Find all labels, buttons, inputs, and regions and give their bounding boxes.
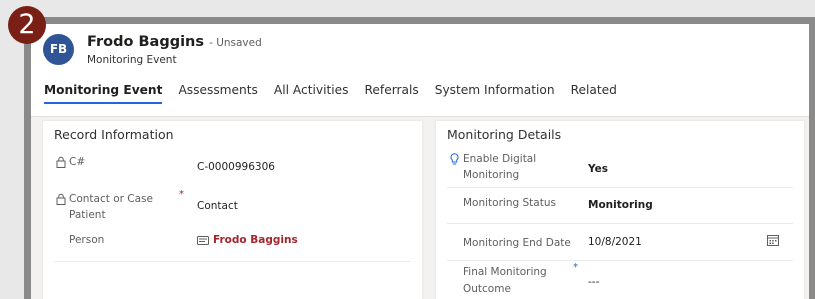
avatar: FB (43, 34, 74, 65)
final-outcome-label-line1: Final Monitoring (463, 266, 547, 278)
contact-or-case-label-line2: Patient (69, 209, 106, 221)
lightbulb-icon (450, 153, 459, 165)
enable-digital-value[interactable]: Yes (588, 163, 608, 175)
enable-digital-label-line1: Enable Digital (463, 153, 537, 165)
step-number-badge: 2 (8, 6, 46, 44)
record-name: Frodo Baggins (87, 34, 204, 50)
field-divider (447, 260, 793, 261)
field-divider (54, 261, 411, 262)
recommended-indicator: * (573, 262, 578, 273)
tab-system-information[interactable]: System Information (435, 82, 555, 106)
person-link[interactable]: Frodo Baggins (213, 234, 298, 246)
person-label: Person (69, 234, 105, 246)
case-number-value: C-0000996306 (197, 161, 275, 173)
lock-icon (56, 193, 66, 205)
tab-referrals[interactable]: Referrals (365, 82, 419, 106)
record-form: FB Frodo Baggins - Unsaved Monitoring Ev… (31, 24, 809, 299)
lock-icon (56, 156, 66, 168)
unsaved-status: - Unsaved (209, 37, 262, 49)
record-header: FB Frodo Baggins - Unsaved Monitoring Ev… (31, 24, 809, 117)
required-indicator: * (179, 189, 184, 200)
field-divider (447, 187, 793, 188)
tab-related[interactable]: Related (571, 82, 617, 106)
page-title: Frodo Baggins - Unsaved (87, 34, 262, 50)
tab-bar: Monitoring Event Assessments All Activit… (44, 82, 633, 106)
tab-monitoring-event[interactable]: Monitoring Event (44, 82, 163, 106)
final-outcome-label-line2: Outcome (463, 283, 511, 295)
enable-digital-label-line2: Monitoring (463, 169, 520, 181)
contact-or-case-label-line1: Contact or Case (69, 193, 153, 205)
contact-card-icon (197, 236, 209, 245)
monitoring-end-date-label: Monitoring End Date (463, 237, 571, 249)
tab-assessments[interactable]: Assessments (178, 82, 257, 106)
contact-or-case-label: Contact or Case (69, 192, 153, 207)
contact-or-case-value[interactable]: Contact (197, 200, 238, 212)
record-information-section: Record Information C# C-0000996306 Conta… (42, 120, 423, 299)
section-title: Record Information (54, 127, 174, 142)
field-divider (447, 223, 793, 224)
monitoring-status-label: Monitoring Status (463, 197, 556, 209)
tab-all-activities[interactable]: All Activities (274, 82, 349, 106)
final-outcome-value[interactable]: --- (588, 276, 599, 288)
section-title: Monitoring Details (447, 127, 562, 142)
case-number-label: C# (69, 156, 86, 168)
monitoring-end-date-value[interactable]: 10/8/2021 (588, 236, 642, 248)
entity-name: Monitoring Event (87, 54, 177, 66)
calendar-icon[interactable] (767, 234, 779, 246)
monitoring-details-section: Monitoring Details Enable Digital Monito… (435, 120, 805, 299)
monitoring-status-value[interactable]: Monitoring (588, 199, 653, 211)
